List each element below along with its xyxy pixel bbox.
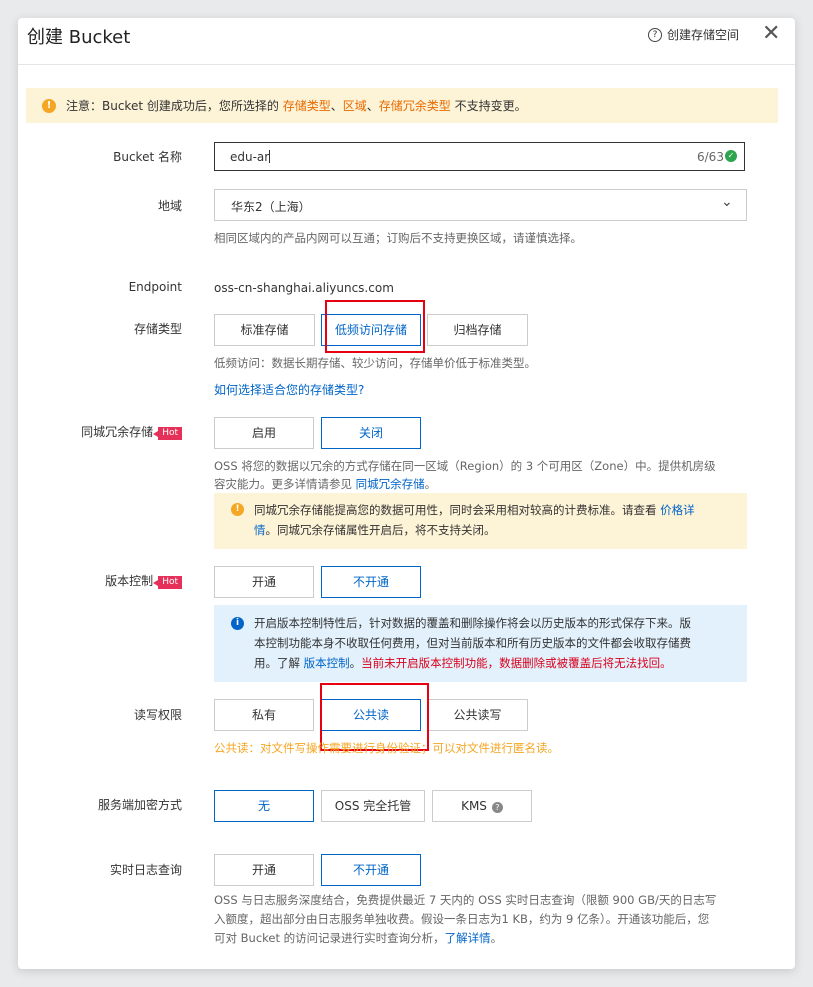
warning-icon: ! — [231, 503, 244, 516]
annotation-highlight — [325, 300, 425, 353]
storage-class-help-link[interactable]: 如何选择适合您的存储类型? — [214, 381, 364, 399]
acl-warning: 公共读：对文件写操作需要进行身份验证；可以对文件进行匿名读。 — [214, 741, 559, 755]
versioning-enable-option[interactable]: 开通 — [214, 566, 314, 598]
encryption-label: 服务端加密方式 — [97, 798, 182, 812]
versioning-disable-option[interactable]: 不开通 — [321, 566, 421, 598]
storage-class-hint: 低频访问：数据长期存储、较少访问，存储单价低于标准类型。 — [214, 356, 536, 370]
hot-badge: Hot — [153, 427, 182, 440]
storage-class-label: 存储类型 — [133, 322, 182, 336]
acl-label: 读写权限 — [133, 708, 182, 722]
bucket-name-input[interactable]: edu-ar 6/63 ✓ — [214, 142, 745, 171]
redundancy-description: OSS 将您的数据以冗余的方式存储在同一区域（Region）的 3 个可用区（Z… — [214, 459, 716, 491]
bucket-name-value: edu-ar — [230, 150, 270, 164]
warning-icon: ! — [42, 98, 56, 113]
redundancy-enable-option[interactable]: 启用 — [214, 417, 314, 449]
acl-private-option[interactable]: 私有 — [214, 699, 314, 731]
redundancy-label: 同城冗余存储 Hot — [18, 423, 182, 440]
create-storage-help-link[interactable]: ? 创建存储空间 — [648, 26, 739, 43]
encryption-kms-option[interactable]: KMS? — [432, 790, 532, 822]
encryption-oss-option[interactable]: OSS 完全托管 — [321, 790, 425, 822]
realtime-log-doc-link[interactable]: 了解详情 — [445, 931, 491, 945]
versioning-doc-link[interactable]: 版本控制 — [304, 656, 350, 670]
create-bucket-dialog: 创建 Bucket ? 创建存储空间 ✕ ! 注意：Bucket 创建成功后，您… — [18, 18, 795, 969]
realtime-log-disable-option[interactable]: 不开通 — [321, 854, 421, 886]
help-icon[interactable]: ? — [491, 802, 503, 813]
region-value: 华东2（上海） — [231, 200, 311, 214]
char-counter: 6/63 — [697, 150, 724, 164]
notice-text: 注意：Bucket 创建成功后，您所选择的 存储类型、区域、存储冗余类型 不支持… — [66, 99, 527, 113]
encryption-none-option[interactable]: 无 — [214, 790, 314, 822]
redundancy-disable-option[interactable]: 关闭 — [321, 417, 421, 449]
region-label: 地域 — [157, 199, 182, 213]
storage-standard-option[interactable]: 标准存储 — [214, 314, 315, 346]
chevron-down-icon: ⌄ — [721, 194, 733, 210]
text-cursor — [269, 150, 271, 163]
region-hint: 相同区域内的产品内网可以互通；订购后不支持更换区域，请谨慎选择。 — [214, 231, 582, 245]
redundancy-doc-link[interactable]: 同城冗余存储 — [356, 477, 425, 491]
bucket-name-label: Bucket 名称 — [113, 150, 182, 164]
info-icon: i — [231, 617, 244, 630]
question-circle-icon: ? — [648, 27, 662, 42]
acl-public-read-write-option[interactable]: 公共读写 — [427, 699, 528, 731]
help-label: 创建存储空间 — [667, 28, 740, 42]
endpoint-label: Endpoint — [128, 280, 182, 294]
realtime-log-description: OSS 与日志服务深度结合，免费提供最近 7 天内的 OSS 实时日志查询（限额… — [214, 893, 717, 945]
versioning-info: i 开启版本控制特性后，针对数据的覆盖和删除操作将会以历史版本的形式保存下来。版… — [214, 605, 747, 682]
region-select[interactable]: 华东2（上海） ⌄ — [214, 189, 747, 221]
valid-check-icon: ✓ — [725, 150, 737, 162]
storage-archive-option[interactable]: 归档存储 — [427, 314, 528, 346]
versioning-label: 版本控制 Hot — [18, 572, 182, 589]
dialog-title: 创建 Bucket — [27, 27, 131, 48]
realtime-log-enable-option[interactable]: 开通 — [214, 854, 314, 886]
realtime-log-label: 实时日志查询 — [109, 863, 182, 877]
hot-badge: Hot — [153, 576, 182, 589]
close-icon[interactable]: ✕ — [762, 23, 780, 45]
endpoint-value: oss-cn-shanghai.aliyuncs.com — [214, 281, 394, 295]
dialog-header: 创建 Bucket ? 创建存储空间 ✕ — [18, 18, 795, 65]
notice-banner: ! 注意：Bucket 创建成功后，您所选择的 存储类型、区域、存储冗余类型 不… — [26, 88, 778, 123]
versioning-warning: 当前未开启版本控制功能，数据删除或被覆盖后将无法找回。 — [361, 656, 672, 670]
price-detail-link-cont[interactable]: 情 — [254, 523, 266, 537]
price-detail-link[interactable]: 价格详 — [660, 503, 695, 517]
redundancy-tip: ! 同城冗余存储能提高您的数据可用性，同时会采用相对较高的计费标准。请查看 价格… — [214, 493, 747, 549]
